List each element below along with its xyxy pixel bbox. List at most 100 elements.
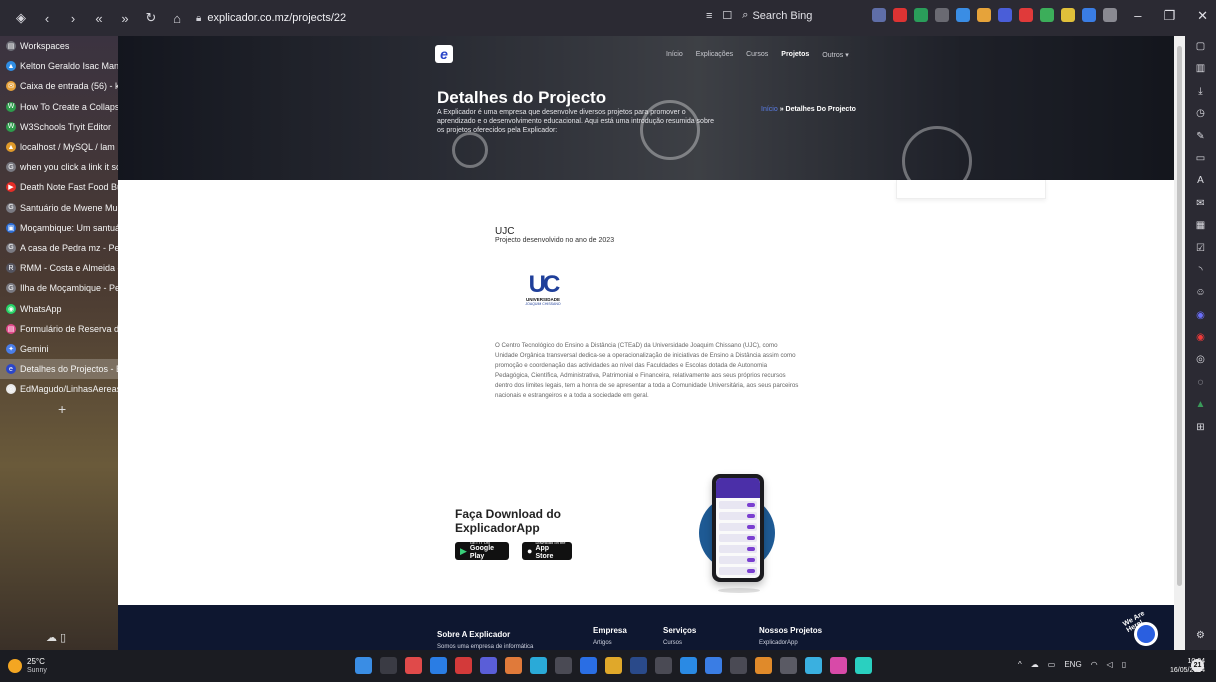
vivaldi-menu-icon[interactable]: ◈ <box>10 7 32 29</box>
sidebar-tab[interactable]: ▶ Death Note Fast Food But <box>0 177 118 197</box>
bookmarks-panel-icon[interactable]: ▢ <box>1194 40 1207 53</box>
vivaldi-icon[interactable] <box>455 657 472 674</box>
notes-icon[interactable]: ✎ <box>1194 130 1207 143</box>
sidebar-tab[interactable]: ▲ Kelton Geraldo Isac Manjo <box>0 56 118 76</box>
taskbar-app-icon[interactable] <box>480 657 497 674</box>
settings-gear-icon[interactable]: ⚙ <box>1194 629 1207 642</box>
extension-icon[interactable] <box>935 8 949 22</box>
footer-projetos-link[interactable]: ExplicadorApp <box>759 640 798 646</box>
taskbar-app-icon[interactable] <box>680 657 697 674</box>
scrollbar-thumb[interactable] <box>1177 46 1182 586</box>
taskbar-app-icon[interactable] <box>630 657 647 674</box>
minimize-icon[interactable]: – <box>1134 8 1141 24</box>
extension-icon[interactable] <box>1103 8 1117 22</box>
contacts-icon[interactable]: ☺ <box>1194 286 1207 299</box>
footer-servicos-link[interactable]: Cursos <box>663 640 682 646</box>
downloads-icon[interactable]: ⤓ <box>1194 85 1207 98</box>
chat-badge[interactable]: We Are Here! <box>1122 608 1162 648</box>
taskbar-app-icon[interactable] <box>755 657 772 674</box>
sidebar-tab[interactable]: G Santuário de Mwene Muk <box>0 198 118 218</box>
search-field[interactable]: ⌕ Search Bing <box>742 9 812 22</box>
extension-icon[interactable] <box>1061 8 1075 22</box>
taskbar-app-icon[interactable] <box>780 657 797 674</box>
taskbar-app-icon[interactable] <box>705 657 722 674</box>
cloud-icon[interactable]: ☁ <box>1031 660 1039 669</box>
chrome-icon[interactable] <box>530 657 547 674</box>
google-play-button[interactable]: ▶ GET IT ON Google Play <box>455 541 509 560</box>
history-icon[interactable]: ◷ <box>1194 107 1207 120</box>
sidebar-tab[interactable]: ✦ Gemini <box>0 339 118 359</box>
vscode-icon[interactable] <box>430 657 447 674</box>
taskbar-app-icon[interactable] <box>405 657 422 674</box>
taskbar-app-icon[interactable] <box>805 657 822 674</box>
footer-empresa-link[interactable]: Artigos <box>593 640 612 646</box>
taskbar-app-icon[interactable] <box>580 657 597 674</box>
feeds-icon[interactable]: ◝ <box>1194 264 1207 277</box>
terminal-icon[interactable] <box>555 657 572 674</box>
sidebar-tab[interactable]: R RMM - Costa e Almeida - <box>0 258 118 278</box>
calendar-icon[interactable]: ▦ <box>1194 219 1207 232</box>
volume-icon[interactable]: ◁ <box>1107 660 1113 669</box>
extension-icon[interactable] <box>956 8 970 22</box>
extension-icon[interactable] <box>1040 8 1054 22</box>
sidebar-tab[interactable]: ▲ localhost / MySQL / lam | <box>0 137 118 157</box>
reload-button[interactable]: ↻ <box>140 7 162 29</box>
chevron-up-icon[interactable]: ^ <box>1018 660 1022 669</box>
taskbar-app-icon[interactable] <box>830 657 847 674</box>
translate-icon[interactable]: A <box>1194 174 1207 187</box>
new-tab-button[interactable]: + <box>0 401 118 417</box>
sidebar-tab[interactable]: ✉ Caixa de entrada (56) - kel <box>0 76 118 96</box>
keyboard-icon[interactable]: ▭ <box>1048 660 1056 669</box>
web-panel-icon[interactable]: ◌ <box>1194 376 1207 389</box>
web-panel-icon[interactable]: ▲ <box>1194 398 1207 411</box>
notification-badge[interactable]: 21 <box>1191 659 1204 672</box>
language-indicator[interactable]: ENG <box>1064 660 1081 669</box>
tasks-icon[interactable]: ☑ <box>1194 242 1207 255</box>
taskbar-app-icon[interactable] <box>855 657 872 674</box>
forward-button[interactable]: › <box>62 7 84 29</box>
sidebar-bottom-icons[interactable]: ☁ ▯ <box>46 631 66 644</box>
search-icon[interactable] <box>380 657 397 674</box>
sidebar-tab[interactable]: ◉ WhatsApp <box>0 298 118 318</box>
whatsapp-panel-icon[interactable]: ◎ <box>1194 353 1207 366</box>
weather-widget[interactable]: 25°C Sunny <box>8 657 47 675</box>
page-scrollbar[interactable] <box>1174 36 1185 650</box>
reader-icon[interactable]: ≡ <box>706 10 712 22</box>
sidebar-tab[interactable]: W W3Schools Tryit Editor <box>0 117 118 137</box>
fast-forward-button[interactable]: » <box>114 7 136 29</box>
nav-projetos[interactable]: Projetos <box>781 51 809 59</box>
windows-start-icon[interactable] <box>355 657 372 674</box>
firefox-icon[interactable] <box>505 657 522 674</box>
extension-icon[interactable] <box>893 8 907 22</box>
vivaldi-web-panel-icon[interactable]: ◉ <box>1194 331 1207 344</box>
extension-icon[interactable] <box>914 8 928 22</box>
address-bar[interactable]: 🔒︎ explicador.co.mz/projects/22 <box>196 12 346 24</box>
sidebar-tab[interactable]: G Ilha de Moçambique - Pes <box>0 278 118 298</box>
restore-icon[interactable]: ❐ <box>1163 8 1175 24</box>
rewind-button[interactable]: « <box>88 7 110 29</box>
nav-explicacoes[interactable]: Explicações <box>696 51 733 59</box>
extension-icon[interactable] <box>1082 8 1096 22</box>
home-button[interactable]: ⌂ <box>166 7 188 29</box>
window-panel-icon[interactable]: ▭ <box>1194 152 1207 165</box>
sidebar-tab[interactable]: W How To Create a Collapsib <box>0 97 118 117</box>
sidebar-tab[interactable]: ▣ Moçambique: Um santuári <box>0 218 118 238</box>
messenger-icon[interactable]: ◉ <box>1194 309 1207 322</box>
extension-icon[interactable] <box>977 8 991 22</box>
extension-icon[interactable] <box>998 8 1012 22</box>
sidebar-tab[interactable]: ◎ EdMagudo/LinhasAereasP <box>0 379 118 399</box>
nav-outros[interactable]: Outros ▾ <box>822 51 848 59</box>
add-panel-icon[interactable]: ⊞ <box>1194 421 1207 434</box>
app-store-button[interactable]: ● Download on the App Store <box>522 541 572 560</box>
nav-cursos[interactable]: Cursos <box>746 51 768 59</box>
file-explorer-icon[interactable] <box>605 657 622 674</box>
sidebar-tab[interactable]: ▤ Formulário de Reserva de <box>0 319 118 339</box>
battery-icon[interactable]: ▯ <box>1122 660 1126 669</box>
sidebar-tab[interactable]: e Detalhes do Projectos - Ex <box>0 359 118 380</box>
mail-icon[interactable]: ✉ <box>1194 197 1207 210</box>
taskbar-app-icon[interactable] <box>730 657 747 674</box>
extension-icon[interactable] <box>1019 8 1033 22</box>
close-icon[interactable]: ✕ <box>1197 8 1208 24</box>
back-button[interactable]: ‹ <box>36 7 58 29</box>
wifi-icon[interactable]: ◠ <box>1091 660 1098 669</box>
